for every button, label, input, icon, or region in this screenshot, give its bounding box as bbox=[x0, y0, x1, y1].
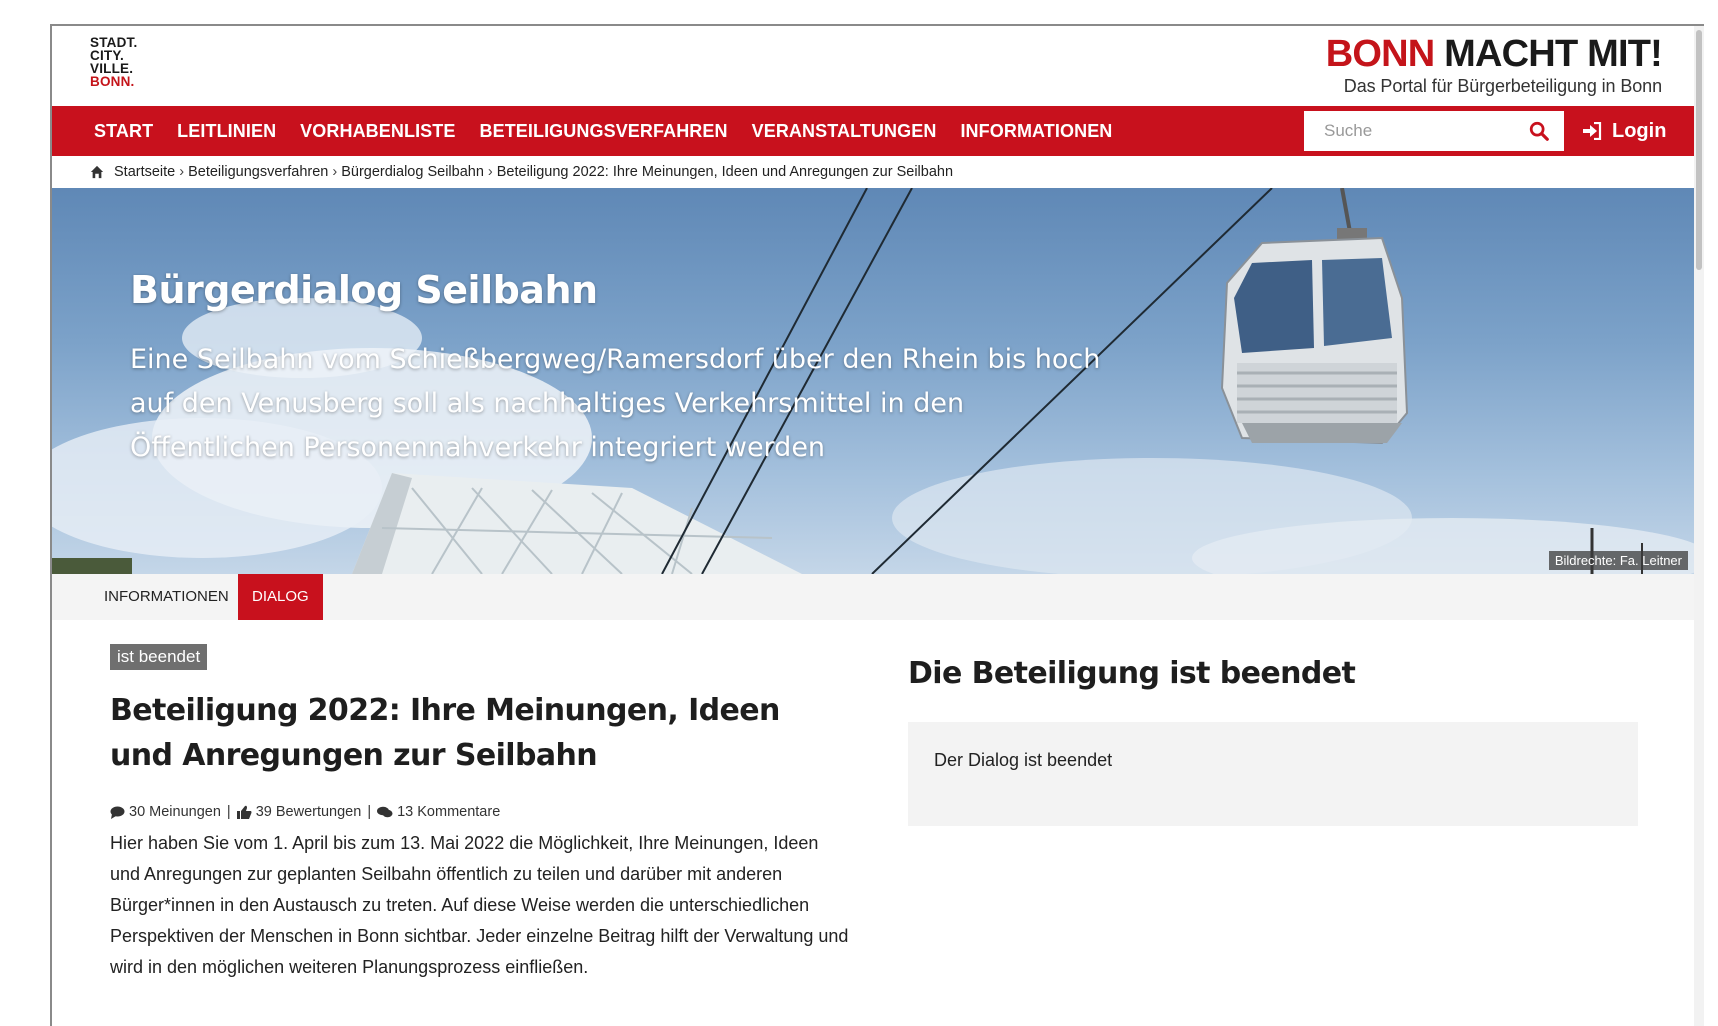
comment-icon bbox=[110, 806, 125, 819]
breadcrumb-separator: › bbox=[332, 164, 338, 180]
status-box-text: Der Dialog ist beendet bbox=[934, 750, 1113, 770]
nav-item-leitlinien[interactable]: LEITLINIEN bbox=[165, 106, 288, 156]
image-credit: Bildrechte: Fa. Leitner bbox=[1548, 551, 1688, 570]
main-navigation: START LEITLINIEN VORHABENLISTE BETEILIGU… bbox=[52, 106, 1694, 156]
nav-item-beteiligungsverfahren[interactable]: BETEILIGUNGSVERFAHREN bbox=[467, 106, 739, 156]
browser-frame: STADT. CITY. VILLE. BONN. BONN MACHT MIT… bbox=[50, 24, 1704, 1026]
breadcrumb-item-beteiligungsverfahren[interactable]: Beteiligungsverfahren bbox=[188, 164, 328, 180]
breadcrumb-separator: › bbox=[487, 164, 493, 180]
breadcrumb-separator: › bbox=[179, 164, 185, 180]
hero-banner: Bürgerdialog Seilbahn Eine Seilbahn vom … bbox=[52, 188, 1694, 574]
site-header: STADT. CITY. VILLE. BONN. BONN MACHT MIT… bbox=[52, 26, 1694, 106]
sidebar-heading: Die Beteiligung ist beendet bbox=[908, 656, 1356, 691]
tab-bar: Informationen Dialog bbox=[52, 574, 1694, 620]
scrollbar[interactable] bbox=[1694, 26, 1704, 1026]
nav-item-veranstaltungen[interactable]: VERANSTALTUNGEN bbox=[740, 106, 949, 156]
opinions-count: 30 Meinungen bbox=[129, 804, 221, 820]
thumbs-up-icon bbox=[236, 805, 252, 819]
ratings-count: 39 Bewertungen bbox=[255, 804, 362, 820]
nav-items: START LEITLINIEN VORHABENLISTE BETEILIGU… bbox=[82, 106, 1124, 156]
scrollbar-thumb[interactable] bbox=[1696, 30, 1702, 270]
home-icon[interactable] bbox=[90, 165, 104, 179]
page: STADT. CITY. VILLE. BONN. BONN MACHT MIT… bbox=[52, 26, 1694, 1026]
brand-title: BONN MACHT MIT! bbox=[1325, 32, 1663, 76]
hero-title: Bürgerdialog Seilbahn bbox=[130, 268, 598, 312]
status-box: Der Dialog ist beendet bbox=[908, 722, 1638, 826]
page-title: Beteiligung 2022: Ihre Meinungen, Ideen … bbox=[110, 693, 780, 773]
breadcrumb: Startseite › Beteiligungsverfahren › Bür… bbox=[52, 156, 1694, 188]
comments-icon bbox=[377, 806, 393, 817]
description-text: Hier haben Sie vom 1. April bis zum 13. … bbox=[110, 833, 849, 977]
brand-title-dark: MACHT MIT! bbox=[1444, 33, 1663, 75]
brand-logo[interactable]: BONN MACHT MIT! Das Portal für Bürgerbet… bbox=[1325, 32, 1663, 97]
brand-title-red: BONN bbox=[1325, 33, 1435, 75]
main-content: ist beendet Beteiligung 2022: Ihre Meinu… bbox=[52, 620, 1694, 1026]
city-logo[interactable]: STADT. CITY. VILLE. BONN. bbox=[90, 36, 137, 89]
comments-count: 13 Kommentare bbox=[397, 804, 501, 820]
brand-subtitle: Das Portal für Bürgerbeteiligung in Bonn bbox=[1343, 76, 1662, 96]
meta-separator: | bbox=[367, 804, 372, 820]
nav-item-informationen[interactable]: INFORMATIONEN bbox=[948, 106, 1124, 156]
nav-item-vorhabenliste[interactable]: VORHABENLISTE bbox=[288, 106, 467, 156]
login-label: Login bbox=[1612, 120, 1667, 142]
hero-subtitle: Eine Seilbahn vom Schießbergweg/Ramersdo… bbox=[130, 344, 1101, 463]
login-button[interactable]: Login bbox=[1582, 106, 1666, 156]
search-box bbox=[1304, 111, 1564, 151]
tab-dialog[interactable]: Dialog bbox=[238, 574, 323, 620]
post-meta: 30 Meinungen | 39 Bewertungen | 13 Komme… bbox=[110, 804, 500, 820]
nav-item-start[interactable]: START bbox=[82, 106, 165, 156]
meta-separator: | bbox=[226, 804, 231, 820]
tab-informationen[interactable]: Informationen bbox=[90, 574, 243, 620]
logo-line-bonn: BONN. bbox=[90, 74, 135, 89]
login-icon bbox=[1583, 122, 1602, 140]
breadcrumb-item-home[interactable]: Startseite bbox=[114, 164, 175, 180]
status-badge: ist beendet bbox=[110, 644, 208, 670]
breadcrumb-item-seilbahn[interactable]: Bürgerdialog Seilbahn bbox=[341, 164, 484, 180]
breadcrumb-item-current: Beteiligung 2022: Ihre Meinungen, Ideen … bbox=[496, 164, 954, 180]
search-icon[interactable] bbox=[1528, 120, 1550, 142]
search-input[interactable] bbox=[1304, 112, 1526, 150]
